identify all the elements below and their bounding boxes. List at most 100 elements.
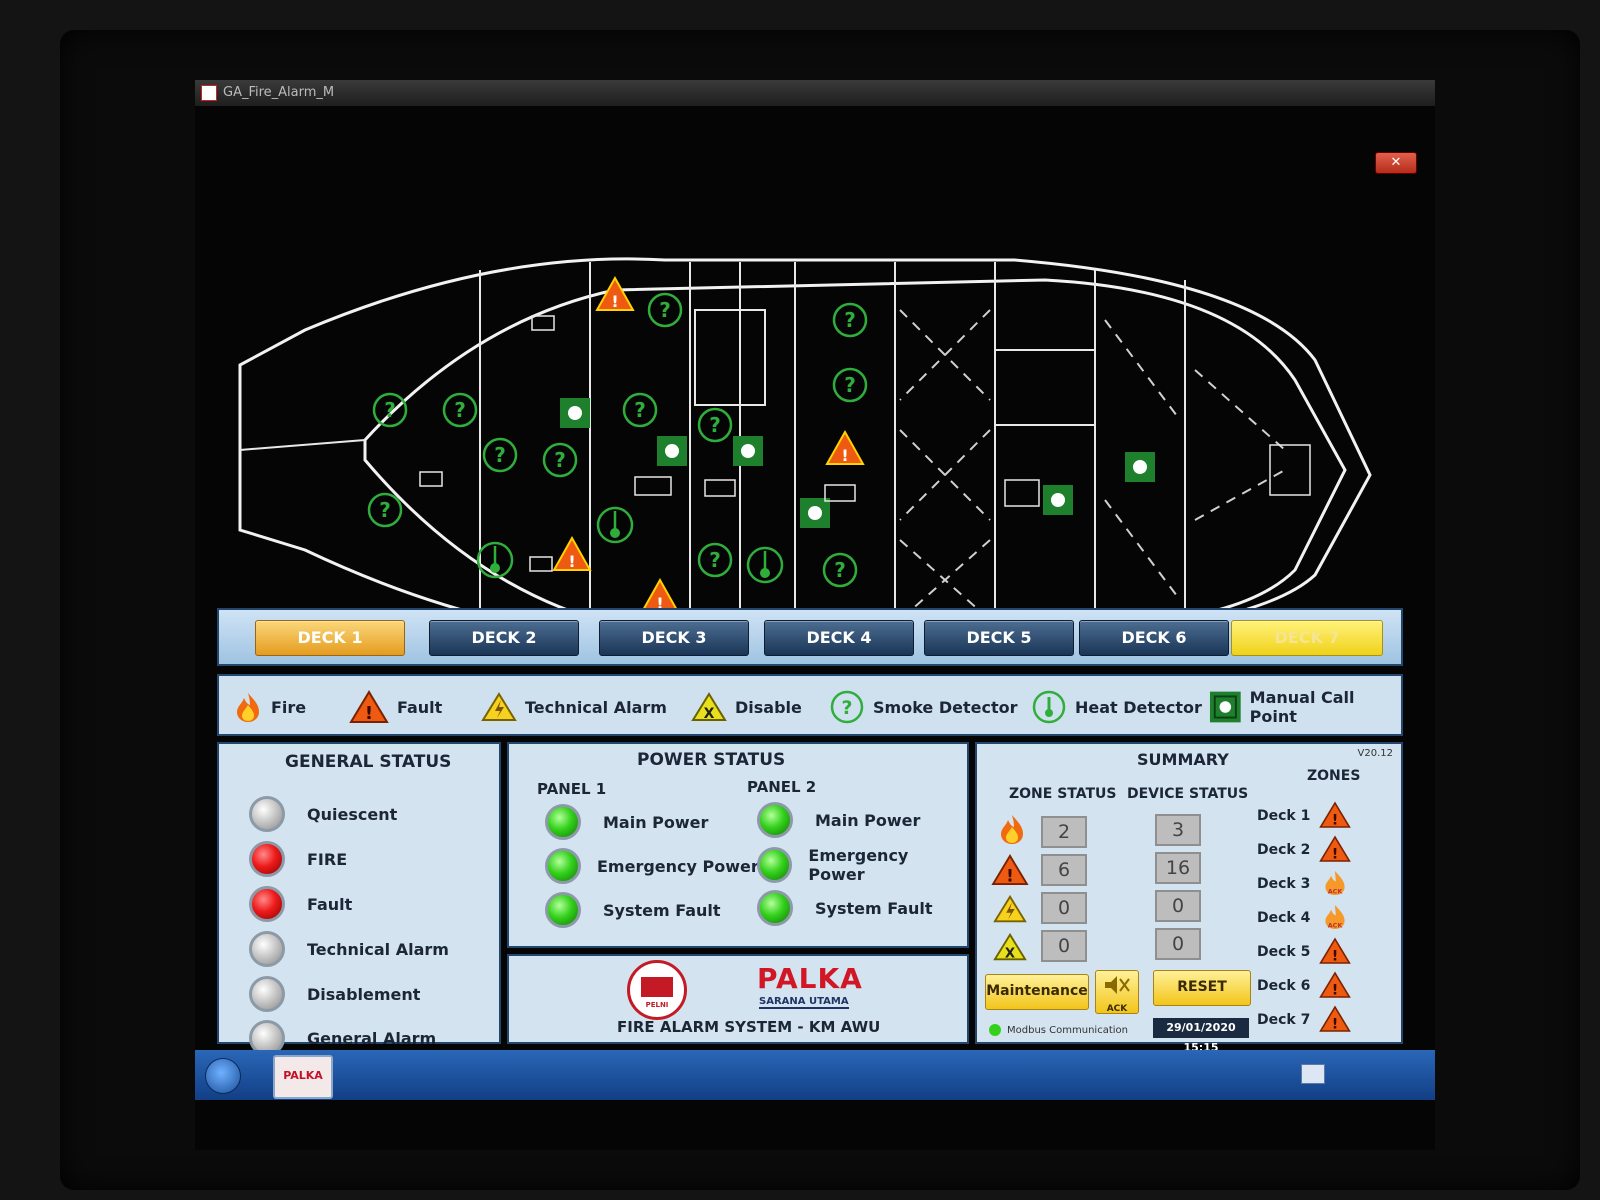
svg-text:?: ? (844, 373, 856, 397)
svg-text:!: ! (1332, 813, 1339, 829)
disable-icon: X (993, 932, 1027, 961)
legend-manual-call-point-label: Manual Call Point (1249, 688, 1355, 726)
legend-disable: X Disable (691, 692, 802, 722)
fire-lamp (249, 841, 285, 877)
window-titlebar: GA_Fire_Alarm_M (195, 80, 1435, 106)
panel-2-emergency-power-label: Emergency Power (808, 846, 909, 884)
pelni-label: PELNI (645, 1001, 669, 1009)
taskbar: PALKA (195, 1050, 1435, 1100)
legend-technical-alarm-label: Technical Alarm (525, 697, 667, 717)
legend-technical-alarm: Technical Alarm (481, 692, 667, 722)
svg-text:!: ! (1006, 865, 1014, 885)
panel-1-main-power-lamp (545, 804, 581, 840)
deck-2-button[interactable]: DECK 2 (429, 620, 579, 656)
deck-selector-bar: DECK 1 DECK 2 DECK 3 DECK 4 DECK 5 DECK … (217, 608, 1403, 666)
zone-row[interactable]: Deck 1! (1257, 800, 1357, 832)
general-status-title: GENERAL STATUS (285, 752, 452, 772)
svg-text:!: ! (365, 703, 373, 724)
svg-text:!: ! (568, 552, 575, 571)
fault-icon: ! (991, 854, 1029, 885)
modbus-lamp (989, 1024, 1001, 1036)
svg-text:!: ! (1332, 847, 1339, 863)
svg-text:ACK: ACK (1328, 887, 1344, 895)
legend-fault-label: Fault (397, 697, 443, 717)
device-status-technical: 0 (1155, 890, 1201, 922)
fire-ack-icon: ACK (1325, 905, 1345, 929)
reset-button[interactable]: RESET (1153, 970, 1251, 1006)
heat-detector-icons (476, 506, 784, 584)
status-fire: FIRE (249, 841, 347, 877)
deck-7-button[interactable]: DECK 7 (1231, 620, 1383, 656)
tray-icon[interactable] (1301, 1064, 1325, 1084)
smoke-detector-icon: ? (830, 690, 864, 724)
power-status-title: POWER STATUS (637, 750, 786, 770)
zone-label: Deck 5 (1257, 944, 1311, 960)
palka-logo: PALKA (757, 962, 863, 995)
panel-2-main-power: Main Power (757, 802, 920, 838)
legend-disable-label: Disable (735, 697, 802, 717)
zone-row[interactable]: Deck 2! (1257, 834, 1357, 866)
start-button[interactable] (205, 1058, 241, 1094)
deck-1-button[interactable]: DECK 1 (255, 620, 405, 656)
zone-status-fault: 6 (1041, 854, 1087, 886)
deck-5-button[interactable]: DECK 5 (924, 620, 1074, 656)
svg-text:?: ? (554, 448, 566, 472)
zone-row[interactable]: Deck 4 ACK (1257, 902, 1357, 934)
legend-heat-detector-label: Heat Detector (1075, 697, 1202, 717)
device-status-fault: 16 (1155, 852, 1201, 884)
ack-button[interactable]: ACK (1095, 970, 1139, 1014)
version-label: V20.12 (1357, 748, 1393, 759)
svg-text:?: ? (494, 443, 506, 467)
panel-2-title: PANEL 2 (747, 778, 817, 796)
speaker-mute-icon (1105, 976, 1130, 994)
panel-1-main-power: Main Power (545, 804, 708, 840)
pelni-flag (641, 977, 673, 997)
device-status-header: DEVICE STATUS (1127, 786, 1249, 802)
panel-2-system-fault-label: System Fault (815, 898, 933, 918)
zone-status-disable: 0 (1041, 930, 1087, 962)
zone-row[interactable]: Deck 6! (1257, 970, 1357, 1002)
legend-fault: ! Fault (349, 690, 443, 724)
zone-status-technical: 0 (1041, 892, 1087, 924)
legend-fire-label: Fire (271, 697, 307, 717)
taskbar-app-button[interactable]: PALKA (273, 1055, 333, 1099)
datetime-display: 29/01/2020 15:15 (1153, 1018, 1249, 1054)
zone-label: Deck 1 (1257, 808, 1311, 824)
svg-text:!: ! (1332, 949, 1339, 965)
general-status-panel: GENERAL STATUS Quiescent FIRE Fault Tech… (217, 742, 501, 1056)
power-status-panel: POWER STATUS PANEL 1 PANEL 2 Main Power … (507, 742, 969, 948)
fire-icon (237, 693, 259, 722)
disablement-lamp (249, 976, 285, 1012)
zone-row[interactable]: Deck 7! (1257, 1004, 1357, 1036)
panel-1-emergency-power-label: Emergency Power (597, 856, 759, 876)
fault-icon: ! (349, 690, 389, 724)
svg-text:!: ! (841, 446, 848, 465)
panel-1-emergency-power-lamp (545, 848, 581, 884)
status-fault: Fault (249, 886, 352, 922)
deck-6-button[interactable]: DECK 6 (1079, 620, 1229, 656)
status-technical-alarm: Technical Alarm (249, 931, 449, 967)
heat-detector-icon (1032, 690, 1066, 724)
svg-text:?: ? (454, 398, 466, 422)
legend-smoke-detector-label: Smoke Detector (873, 697, 1018, 717)
deck-4-button[interactable]: DECK 4 (764, 620, 914, 656)
fire-ack-icon: ACK (1325, 871, 1345, 895)
app-icon (201, 85, 217, 101)
disable-icon: X (691, 692, 727, 722)
summary-title: SUMMARY (1137, 750, 1229, 769)
zone-label: Deck 7 (1257, 1012, 1311, 1028)
fire-icon (1001, 815, 1023, 844)
deck-3-button[interactable]: DECK 3 (599, 620, 749, 656)
status-fault-label: Fault (307, 894, 353, 914)
svg-text:?: ? (709, 548, 721, 572)
summary-panel: SUMMARY V20.12 ZONE STATUS DEVICE STATUS… (975, 742, 1403, 1054)
legend-fire: Fire (233, 692, 306, 722)
svg-text:?: ? (634, 398, 646, 422)
zone-row[interactable]: Deck 5! (1257, 936, 1357, 968)
maintenance-button[interactable]: Maintenance (985, 974, 1089, 1010)
zone-row[interactable]: Deck 3 ACK (1257, 868, 1357, 900)
panel-1-system-fault-label: System Fault (603, 900, 721, 920)
legend-manual-call-point: Manual Call Point (1209, 688, 1401, 726)
fault-icon: ! (1319, 937, 1351, 965)
technical-alarm-icon (993, 894, 1027, 923)
